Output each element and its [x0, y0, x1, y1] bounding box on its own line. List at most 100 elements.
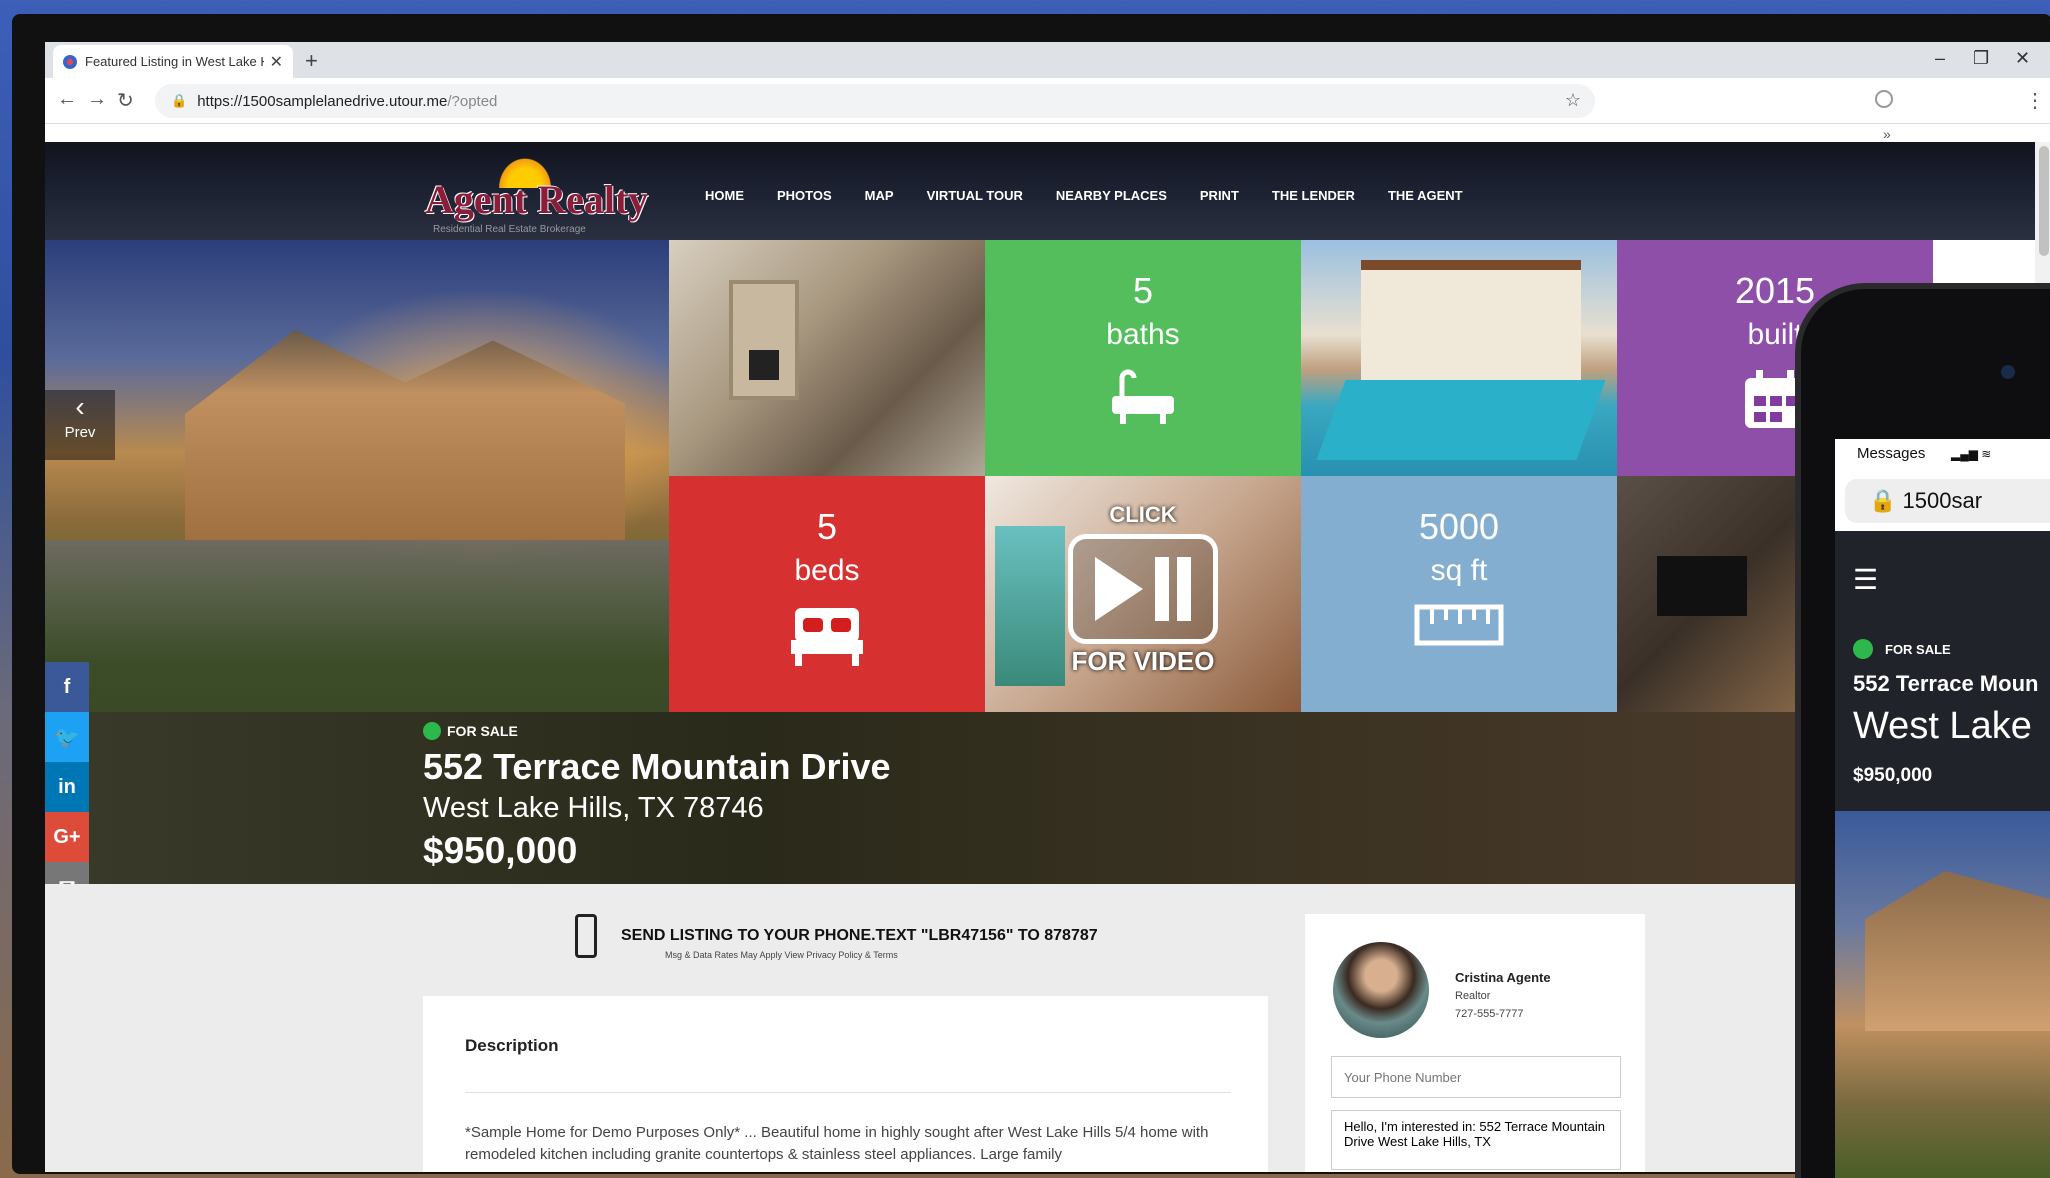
camera-icon — [2001, 365, 2015, 379]
phone-screen: Messages ▂▄▆ ≋ 🔒 1500sar ☰ FOR SALE 552 … — [1835, 439, 2050, 1178]
nav-nearby-places[interactable]: NEARBY PLACES — [1056, 188, 1167, 203]
phone-mockup: Messages ▂▄▆ ≋ 🔒 1500sar ☰ FOR SALE 552 … — [1795, 283, 2050, 1178]
nav-photos[interactable]: PHOTOS — [777, 188, 832, 203]
description-title: Description — [465, 1036, 559, 1055]
listing-price: $950,000 — [423, 830, 578, 871]
baths-tile[interactable]: 5 baths — [985, 240, 1301, 476]
back-to-app[interactable]: Messages — [1857, 445, 1925, 462]
message-textarea[interactable]: Hello, I'm interested in: 552 Terrace Mo… — [1331, 1110, 1621, 1170]
bookmark-star-icon[interactable]: ☆ — [1565, 90, 1581, 111]
logo-subtitle: Residential Real Estate Brokerage — [433, 224, 586, 235]
ruler-icon — [1414, 604, 1504, 646]
web-page: Agent Realty Residential Real Estate Bro… — [45, 142, 2050, 1172]
main-house-photo[interactable]: ‹ Prev — [45, 240, 669, 712]
description-divider — [465, 1092, 1231, 1093]
nav-map[interactable]: MAP — [865, 188, 894, 203]
prev-button[interactable]: ‹ Prev — [45, 390, 115, 460]
driveway-image — [45, 540, 669, 712]
logo-text: Agent Realty — [425, 177, 649, 222]
firebox-image — [749, 350, 779, 380]
forward-arrow-icon[interactable]: → — [87, 88, 107, 111]
google-plus-icon[interactable]: G+ — [45, 812, 89, 862]
url-input[interactable]: 🔒 https://1500samplelanedrive.utour.me/?… — [155, 84, 1595, 118]
video-click-label: CLICK — [1109, 502, 1177, 527]
phone-house-image — [1865, 871, 2050, 1031]
hamburger-menu-icon[interactable]: ☰ — [1853, 563, 1878, 596]
tab-close-icon[interactable]: ✕ — [270, 52, 283, 72]
baths-label: baths — [1106, 318, 1180, 351]
prev-label: Prev — [64, 424, 96, 441]
fireplace-tv-image — [1657, 556, 1747, 616]
status-dot-icon — [423, 722, 441, 740]
url-host: https://1500samplelanedrive.utour.me — [197, 92, 448, 110]
sqft-tile[interactable]: 5000 sq ft — [1301, 476, 1617, 712]
extension-icon[interactable] — [1875, 90, 1893, 108]
phone-url-input[interactable]: 🔒 1500sar — [1845, 479, 2050, 523]
beds-count: 5 — [816, 506, 838, 547]
pool-image — [1316, 380, 1606, 460]
nav-home[interactable]: HOME — [705, 188, 744, 203]
bed-icon — [791, 608, 863, 666]
nav-the-agent[interactable]: THE AGENT — [1388, 188, 1463, 203]
beds-label: beds — [794, 554, 860, 587]
phone-url-text: 1500sar — [1902, 488, 1983, 513]
main-nav: HOME PHOTOS MAP VIRTUAL TOUR NEARBY PLAC… — [705, 188, 1496, 203]
pool-photo[interactable] — [1301, 240, 1617, 476]
sqft-label: sq ft — [1430, 554, 1488, 587]
site-favicon-icon — [63, 54, 77, 69]
social-share-bar: f 🐦 in G+ ✉ — [45, 662, 89, 912]
sqft-value: 5000 — [1418, 506, 1500, 547]
nav-the-lender[interactable]: THE LENDER — [1272, 188, 1355, 203]
browser-window: Featured Listing in West Lake Hi ✕ + – ❐… — [45, 42, 2050, 1172]
agent-phone: 727-555-7777 — [1455, 1008, 1524, 1020]
phone-status-badge: FOR SALE — [1853, 639, 1951, 659]
reload-icon[interactable]: ↻ — [117, 88, 134, 113]
listing-info-band: FOR SALE 552 Terrace Mountain Drive West… — [45, 712, 1805, 884]
phone-house-photo[interactable] — [1835, 811, 2050, 1178]
phone-number-input[interactable] — [1331, 1056, 1621, 1098]
nav-print[interactable]: PRINT — [1200, 188, 1239, 203]
living-room-photo[interactable] — [669, 240, 985, 476]
listing-content: SEND LISTING TO YOUR PHONE.TEXT "LBR4715… — [45, 884, 1805, 1172]
linkedin-icon[interactable]: in — [45, 762, 89, 812]
more-chevron-icon[interactable]: » — [1883, 126, 1891, 142]
tab-bar: Featured Listing in West Lake Hi ✕ + – ❐… — [45, 42, 2050, 78]
agent-contact-card: Cristina Agente Realtor 727-555-7777 Hel… — [1305, 914, 1645, 1172]
play-video-button[interactable]: CLICK FOR VIDEO — [985, 476, 1301, 712]
facebook-icon[interactable]: f — [45, 662, 89, 712]
phone-listing-address: 552 Terrace Moun — [1853, 671, 2039, 696]
phone-listing-price: $950,000 — [1853, 765, 1933, 786]
agent-role: Realtor — [1455, 990, 1491, 1002]
play-pause-icon — [1068, 534, 1218, 644]
beds-tile[interactable]: 5 beds — [669, 476, 985, 712]
villa-image — [1361, 260, 1581, 380]
restore-button[interactable]: ❐ — [1973, 48, 1989, 69]
listing-address: 552 Terrace Mountain Drive — [423, 746, 891, 787]
agent-avatar — [1333, 942, 1429, 1038]
smartphone-icon — [575, 914, 597, 958]
minimize-button[interactable]: – — [1935, 48, 1945, 69]
sms-fine-print[interactable]: Msg & Data Rates May Apply View Privacy … — [665, 950, 898, 960]
description-text: *Sample Home for Demo Purposes Only* ...… — [465, 1124, 1209, 1163]
phone-status-text: FOR SALE — [1885, 641, 1951, 657]
nav-virtual-tour[interactable]: VIRTUAL TOUR — [927, 188, 1023, 203]
video-for-video-label: FOR VIDEO — [1071, 646, 1215, 676]
description-card: Description *Sample Home for Demo Purpos… — [423, 996, 1268, 1172]
sms-instruction: SEND LISTING TO YOUR PHONE.TEXT "LBR4715… — [621, 927, 1098, 944]
new-tab-button[interactable]: + — [305, 48, 318, 74]
site-header: Agent Realty Residential Real Estate Bro… — [45, 142, 2035, 240]
back-arrow-icon[interactable]: ← — [57, 88, 77, 111]
close-window-button[interactable]: ✕ — [2015, 48, 2030, 69]
agent-name: Cristina Agente — [1455, 970, 1551, 985]
signal-wifi-icon: ▂▄▆ ≋ — [1951, 447, 1992, 461]
twitter-icon[interactable]: 🐦 — [45, 712, 89, 762]
tab-title: Featured Listing in West Lake Hi — [85, 54, 264, 69]
browser-menu-icon[interactable]: ⋮ — [2025, 88, 2045, 113]
browser-tab[interactable]: Featured Listing in West Lake Hi ✕ — [53, 45, 293, 78]
url-path: /?opted — [447, 92, 498, 110]
agent-realty-logo[interactable]: Agent Realty Residential Real Estate Bro… — [425, 154, 649, 235]
phone-status-bar: Messages ▂▄▆ ≋ — [1835, 439, 2050, 469]
den-photo[interactable] — [1617, 476, 1817, 712]
sms-promo: SEND LISTING TO YOUR PHONE.TEXT "LBR4715… — [575, 914, 1098, 960]
scrollbar-thumb[interactable] — [2039, 146, 2049, 256]
